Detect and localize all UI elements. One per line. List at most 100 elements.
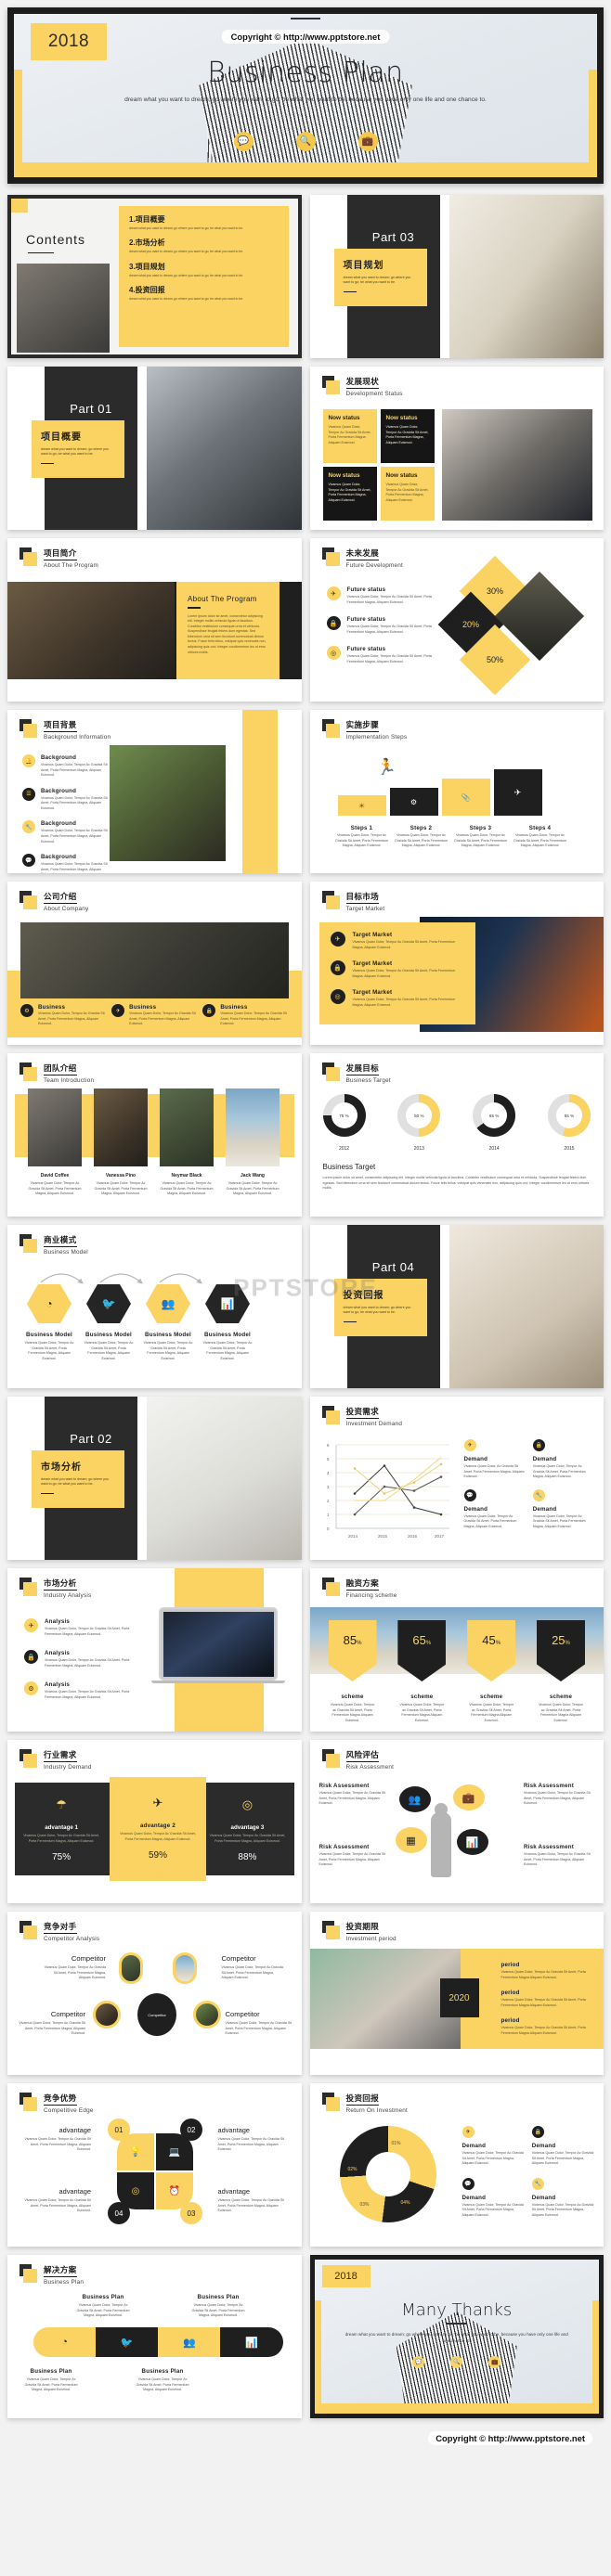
hex-item[interactable]: 👥 Business Model Vivamus Quam Dolor, Tem…	[143, 1284, 193, 1361]
competitor-item[interactable]: Competitor Vivamus Quam Dolor, Tempor Ac…	[19, 2010, 85, 2037]
advantage-card-highlight[interactable]: ✈ advantage 2 Vivamus Quam Dolor, Tempor…	[110, 1777, 206, 1881]
roi-row[interactable]: ✈ Demand Vivamus Quam Dolor, Tempor Ac G…	[462, 2126, 525, 2167]
competitor-item[interactable]: Competitor Vivamus Quam Dolor, Tempor Ac…	[222, 1954, 287, 1981]
timeline-item[interactable]: Business Plan Vivamus Quam Dolor, Tempor…	[189, 2294, 247, 2319]
competitor-item[interactable]: Competitor Vivamus Quam Dolor, Tempor Ac…	[41, 1954, 106, 1981]
hex-item[interactable]: 📊 Business Model Vivamus Quam Dolor, Tem…	[202, 1284, 253, 1361]
step-block-4[interactable]: ✈	[493, 769, 542, 816]
slide-investment-period[interactable]: 投资期限 Investment period period Vivamus Qu…	[309, 1912, 604, 2075]
slide-many-thanks[interactable]: 2018 Many Thanks dream what you want to …	[309, 2255, 604, 2418]
team-member[interactable]: Neymar Black Vivamus Quam Dolor, Tempor …	[160, 1088, 214, 1197]
future-row[interactable]: 🔒 Future status Vivamus Quam Dolor, Temp…	[326, 616, 448, 635]
slide-risk-assessment[interactable]: 风险评估 Risk Assessment 👥 💼 ▦ 📊 Risk Assess…	[309, 1740, 604, 1903]
analysis-row[interactable]: ✈ Analysis Vivamus Quam Dolor, Tempor Ac …	[24, 1618, 136, 1637]
demand-row[interactable]: 💬 Demand Vivamus Quam Dolor, Tempor Ac G…	[463, 1488, 526, 1530]
slide-about-company[interactable]: 公司介绍 About Company ⚙ Business Vivamus Qua…	[7, 882, 302, 1045]
risk-item[interactable]: Risk Assessment Vivamus Quam Dolor, Temp…	[524, 1844, 594, 1868]
list-item[interactable]: 3.项目规划 dream what you want to dream; go …	[129, 262, 279, 278]
slide-industry-demand[interactable]: 行业需求 Industry Demand ☂ advantage 1 Vivam…	[7, 1740, 302, 1903]
slide-industry-analysis[interactable]: 市场分析 Industry Analysis ✈ Analysis Vivamus…	[7, 1568, 302, 1732]
slide-background-information[interactable]: 项目背景 Background Information 🔔 Background…	[7, 710, 302, 873]
slide-development-status[interactable]: 发展现状 Development Status Now status Vivam…	[309, 367, 604, 530]
target-row[interactable]: 🔒 Target Market Vivamus Quam Dolor, Tempo…	[330, 960, 464, 979]
slide-future-development[interactable]: 未来发展 Future Development ✈ Future status …	[309, 538, 604, 702]
step-block-2[interactable]: ⚙	[389, 788, 438, 816]
slide-investment-demand[interactable]: 投资需求 Investment Demand 6 5 4 3 2 1 0 2014 2015…	[309, 1397, 604, 1560]
status-card[interactable]: Now status Vivamus Quam Dolor, Tempor Ac…	[380, 409, 435, 463]
background-row[interactable]: 🔔 Background Vivamus Quam Dolor, Tempor A…	[22, 754, 108, 779]
donut-item[interactable]: 50 % 2013	[397, 1094, 441, 1152]
hex-item[interactable]: 🐦 Business Model Vivamus Quam Dolor, Tem…	[84, 1284, 134, 1361]
donut-item[interactable]: 75 % 2012	[322, 1094, 366, 1152]
background-row[interactable]: 💬 Background Vivamus Quam Dolor, Tempor A…	[22, 854, 108, 873]
future-row[interactable]: ✈ Future status Vivamus Quam Dolor, Temp…	[326, 586, 448, 605]
slide-business-target[interactable]: 发展目标 Business Target 75 % 2012 50 % 2013	[309, 1053, 604, 1217]
slide-part03[interactable]: Part 03 项目规划 dream what you want to drea…	[309, 195, 604, 358]
status-card[interactable]: Now status Vivamus Quam Dolor, Tempor Ac…	[322, 467, 377, 521]
donut-item[interactable]: 65 % 2014	[473, 1094, 516, 1152]
slide-part02[interactable]: Part 02 市场分析 dream what you want to drea…	[7, 1397, 302, 1560]
slide-return-on-investment[interactable]: 投资回报 Return On Investment 01% 02% 03% 04…	[309, 2083, 604, 2247]
slide-target-market[interactable]: 目标市场 Target Market ✈ Target Market Vivamu…	[309, 882, 604, 1045]
status-card[interactable]: Now status Vivamus Quam Dolor, Tempor Ac…	[380, 467, 435, 521]
slide-about-program[interactable]: 项目简介 About The Program About The Program…	[7, 538, 302, 702]
edge-item[interactable]: advantage Vivamus Quam Dolor, Tempor Ac …	[218, 2126, 291, 2153]
analysis-row[interactable]: ⚙ Analysis Vivamus Quam Dolor, Tempor Ac …	[24, 1681, 136, 1700]
demand-row[interactable]: ✈ Demand Vivamus Quam Dolor, Ac Gravida …	[463, 1439, 526, 1480]
advantage-card[interactable]: ☂ advantage 1 Vivamus Quam Dolor, Tempor…	[15, 1783, 108, 1875]
target-row[interactable]: ✈ Target Market Vivamus Quam Dolor, Tempo…	[330, 932, 464, 950]
timeline-item[interactable]: Business Plan Vivamus Quam Dolor, Tempor…	[134, 2368, 191, 2393]
slide-financing-scheme[interactable]: 融资方案 Financing scheme 85% scheme Vivamus…	[309, 1568, 604, 1732]
risk-item[interactable]: Risk Assessment Vivamus Quam Dolor, Temp…	[524, 1783, 594, 1807]
risk-item[interactable]: Risk Assessment Vivamus Quam Dolor, Temp…	[319, 1783, 390, 1807]
step-block-1[interactable]: ☀	[337, 795, 386, 816]
list-item[interactable]: 1.项目概要 dream what you want to dream; go …	[129, 214, 279, 231]
slide-business-model[interactable]: 商业模式 Business Model ◔ Business Model Viv…	[7, 1225, 302, 1388]
period-row[interactable]: period Vivamus Quam Dolor, Tempor Ac Gra…	[501, 1990, 595, 2008]
pin-item[interactable]: 25% scheme Vivamus Quam Dolor, Tempor ac…	[536, 1620, 585, 1723]
slide-competitor-analysis[interactable]: 竞争对手 Competitor Analysis Competitor Comp…	[7, 1912, 302, 2075]
edge-item[interactable]: advantage Vivamus Quam Dolor, Tempor Ac …	[218, 2187, 291, 2214]
list-item[interactable]: 2.市场分析 dream what you want to dream; go …	[129, 238, 279, 254]
period-row[interactable]: period Vivamus Quam Dolor, Tempor Ac Gra…	[501, 2017, 595, 2036]
pin-item[interactable]: 85% scheme Vivamus Quam Dolor, Tempor ac…	[328, 1620, 377, 1723]
slide-part01[interactable]: Part 01 项目概要 dream what you want to drea…	[7, 367, 302, 530]
edge-item[interactable]: advantage Vivamus Quam Dolor, Tempor Ac …	[19, 2187, 91, 2214]
demand-row[interactable]: 🔒 Demand Vivamus Quam Dolor, Tempor Ac G…	[532, 1439, 594, 1480]
team-member[interactable]: Jack Wang Vivamus Quam Dolor, Tempor Ac …	[226, 1088, 280, 1197]
risk-item[interactable]: Risk Assessment Vivamus Quam Dolor, Temp…	[319, 1844, 390, 1868]
slide-solution-business-plan[interactable]: 解决方案 Business Plan ◔ 🐦 👥 📊 Business Plan…	[7, 2255, 302, 2418]
status-card[interactable]: Now status Vivamus Quam Dolor, Tempor Ac…	[322, 409, 377, 463]
slide-competitive-edge[interactable]: 竞争优势 Competitive Edge 💡 💻 ◎ ⏰ 01 02 03 0…	[7, 2083, 302, 2247]
team-member[interactable]: David Coffee Vivamus Quam Dolor, Tempor …	[28, 1088, 82, 1197]
timeline-item[interactable]: Business Plan Vivamus Quam Dolor, Tempor…	[74, 2294, 132, 2319]
company-item[interactable]: ✈ Business Vivamus Quam Dolor, Tempor Ac …	[111, 1004, 197, 1027]
slide-team-introduction[interactable]: 团队介绍 Team Introduction David Coffee Viva…	[7, 1053, 302, 1217]
competitor-item[interactable]: Competitor Vivamus Quam Dolor, Tempor Ac…	[226, 2010, 292, 2037]
team-member[interactable]: Vanessa Pino Vivamus Quam Dolor, Tempor …	[94, 1088, 148, 1197]
advantage-card[interactable]: ◎ advantage 3 Vivamus Quam Dolor, Tempor…	[201, 1783, 293, 1875]
roi-row[interactable]: 🔧 Demand Vivamus Quam Dolor, Tempor Ac G…	[531, 2177, 594, 2219]
timeline-item[interactable]: Business Plan Vivamus Quam Dolor, Tempor…	[22, 2368, 80, 2393]
analysis-row[interactable]: 🔒 Analysis Vivamus Quam Dolor, Tempor Ac …	[24, 1650, 136, 1668]
pin-item[interactable]: 45% scheme Vivamus Quam Dolor, Tempor ac…	[467, 1620, 516, 1723]
demand-row[interactable]: 🔧 Demand Vivamus Quam Dolor, Tempor Ac G…	[532, 1488, 594, 1530]
slide-implementation-steps[interactable]: 实施步骤 Implementation Steps 🏃 ☀ ⚙ 📎 ✈ Step…	[309, 710, 604, 873]
company-item[interactable]: ⚙ Business Vivamus Quam Dolor, Tempor Ac …	[20, 1004, 106, 1027]
pin-item[interactable]: 65% scheme Vivamus Quam Dolor, Tempor ac…	[397, 1620, 447, 1723]
background-row[interactable]: ☰ Background Vivamus Quam Dolor, Tempor A…	[22, 787, 108, 812]
future-row[interactable]: ◎ Future status Vivamus Quam Dolor, Temp…	[326, 646, 448, 664]
competitor-center[interactable]: Competitor	[137, 1993, 176, 2036]
edge-item[interactable]: advantage Vivamus Quam Dolor, Tempor Ac …	[19, 2126, 91, 2153]
target-row[interactable]: ◎ Target Market Vivamus Quam Dolor, Tempo…	[330, 989, 464, 1008]
step-block-3[interactable]: 📎	[441, 779, 490, 816]
roi-row[interactable]: 🔒 Demand Vivamus Quam Dolor, Tempor Ac G…	[531, 2126, 594, 2167]
roi-row[interactable]: 💬 Demand Vivamus Quam Dolor, Tempor Ac G…	[462, 2177, 525, 2219]
hex-item[interactable]: ◔ Business Model Vivamus Quam Dolor, Tem…	[24, 1284, 74, 1361]
donut-item[interactable]: 55 % 2015	[547, 1094, 591, 1152]
period-row[interactable]: period Vivamus Quam Dolor, Tempor Ac Gra…	[501, 1962, 595, 1980]
slide-contents[interactable]: Contents 1.项目概要 dream what you want to d…	[7, 195, 302, 358]
slide-part04[interactable]: Part 04 投资回报 dream what you want to drea…	[309, 1225, 604, 1388]
company-item[interactable]: 🔒 Business Vivamus Quam Dolor, Tempor Ac …	[202, 1004, 288, 1027]
background-row[interactable]: 🔧 Background Vivamus Quam Dolor, Tempor A…	[22, 820, 108, 844]
